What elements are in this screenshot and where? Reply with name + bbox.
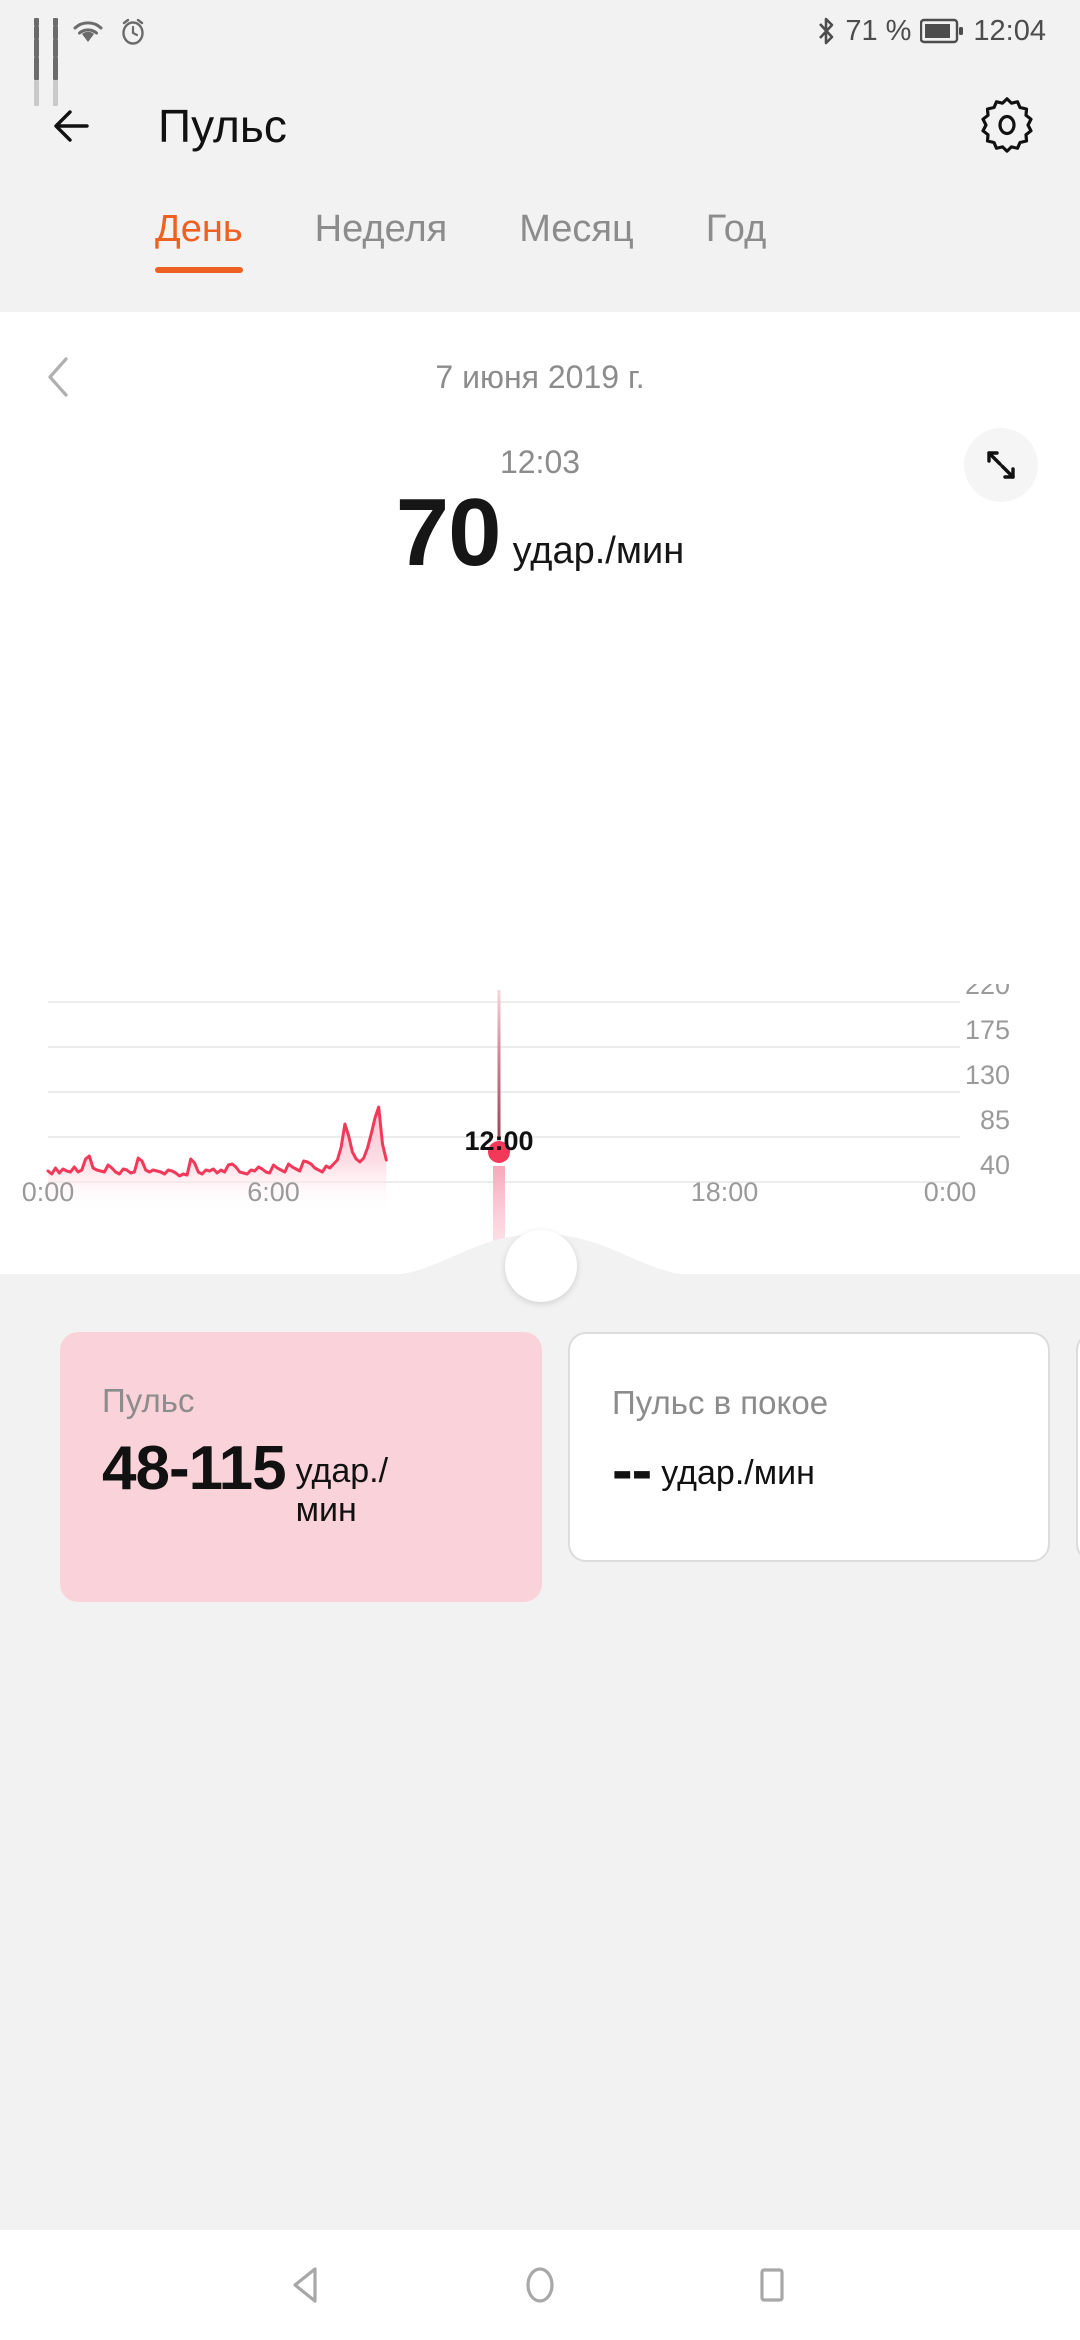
page-title: Пульс (158, 100, 287, 152)
chart-y-tick-label: 130 (965, 1060, 1010, 1090)
metric-card-next[interactable] (1076, 1332, 1080, 1562)
metric-card-resting-pulse-title: Пульс в покое (612, 1384, 829, 1421)
date-navigator: 7 июня 2019 г. (0, 332, 1080, 422)
metric-card-resting-pulse-value: -- (612, 1436, 652, 1505)
alarm-clock-icon (118, 16, 148, 46)
tab-year[interactable]: Год (706, 190, 767, 251)
status-bar: 71 % 12:04 (0, 0, 1080, 106)
status-bar-right: 71 % 12:04 (816, 15, 1046, 48)
chart-y-tick-label: 220 (965, 984, 1010, 1000)
metric-cards: Пульс 48-115 удар./мин Пульс в покое -- … (0, 1332, 1080, 1602)
chevron-left-icon[interactable] (40, 353, 80, 401)
metric-card-pulse-value-row: 48-115 удар./мин (102, 1436, 500, 1530)
tab-week-label: Неделя (314, 208, 448, 250)
chart-cursor[interactable]: 12:00 (464, 990, 534, 1244)
metric-card-pulse[interactable]: Пульс 48-115 удар./мин (60, 1332, 542, 1602)
battery-percent: 71 % (845, 14, 912, 47)
signal-bars-icon-2 (53, 18, 58, 106)
reading-unit: удар./мин (512, 530, 685, 572)
chart-cursor-tail (493, 1166, 505, 1244)
expand-diagonal-icon[interactable] (964, 428, 1038, 502)
tab-day[interactable]: День (155, 190, 243, 273)
chart-x-tick-label: 0:00 (22, 1177, 75, 1207)
chart-area-fill (48, 1107, 387, 1209)
reading-line: 70 удар./мин (0, 485, 1080, 581)
chart-y-axis-labels: 40 85 130 175 220 (965, 984, 1010, 1180)
heart-rate-chart-svg[interactable]: 40 85 130 175 220 12:00 0:00 6:00 18:00 0:00 (0, 984, 1080, 1244)
current-reading: 12:03 70 удар./мин (0, 428, 1080, 581)
chart-drag-handle[interactable] (505, 1230, 577, 1302)
chart-y-tick-label: 85 (980, 1105, 1010, 1135)
metric-card-pulse-value: 48-115 (102, 1434, 287, 1503)
android-nav-bar (0, 2230, 1080, 2340)
summary-sheet: Пульс 48-115 удар./мин Пульс в покое -- … (0, 1230, 1080, 2340)
metric-card-pulse-title: Пульс (102, 1382, 195, 1419)
chart-cursor-label: 12:00 (464, 1126, 533, 1156)
metric-card-pulse-unit: удар./мин (295, 1452, 389, 1530)
tab-day-label: День (155, 208, 243, 250)
heart-rate-chart[interactable]: 40 85 130 175 220 12:00 0:00 6:00 18:00 0:00 (0, 984, 1080, 1244)
chart-cursor-line (497, 990, 501, 1140)
tab-month-label: Месяц (519, 208, 634, 250)
app-header: Пульс (0, 62, 1080, 190)
chart-x-tick-label: 0:00 (924, 1177, 977, 1207)
nav-home-circle-icon[interactable] (460, 2230, 620, 2340)
period-tabs: День Неделя Месяц Год (0, 190, 1080, 312)
tab-week[interactable]: Неделя (315, 190, 448, 251)
tab-month[interactable]: Месяц (519, 190, 634, 251)
reading-value: 70 (395, 479, 502, 586)
nav-recents-square-icon[interactable] (692, 2230, 852, 2340)
wifi-icon (72, 17, 104, 45)
selected-date: 7 июня 2019 г. (435, 358, 645, 395)
bluetooth-icon (816, 15, 836, 47)
tab-year-label: Год (705, 208, 767, 250)
status-bar-clock: 12:04 (973, 14, 1046, 47)
reading-time: 12:03 (499, 444, 581, 480)
chart-y-tick-label: 40 (980, 1150, 1010, 1180)
signal-bars-icon (34, 18, 39, 106)
gear-icon[interactable] (978, 97, 1036, 155)
day-detail-panel: 7 июня 2019 г. 12:03 70 удар./мин 40 85 … (0, 332, 1080, 1244)
metric-card-resting-pulse-value-row: -- удар./мин (612, 1438, 1006, 1503)
chart-x-tick-label: 18:00 (691, 1177, 759, 1207)
metric-card-resting-pulse-unit: удар./мин (661, 1454, 815, 1492)
chart-y-tick-label: 175 (965, 1015, 1010, 1045)
status-bar-left (34, 16, 148, 106)
nav-back-triangle-icon[interactable] (228, 2230, 388, 2340)
chart-x-tick-label: 6:00 (247, 1177, 300, 1207)
metric-card-resting-pulse[interactable]: Пульс в покое -- удар./мин (568, 1332, 1050, 1562)
battery-icon (920, 18, 964, 44)
